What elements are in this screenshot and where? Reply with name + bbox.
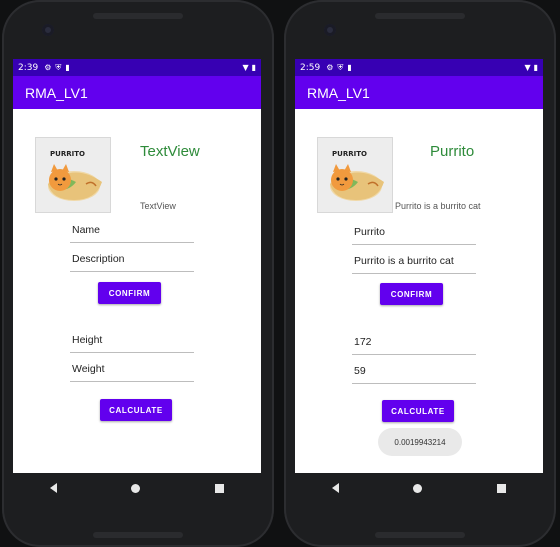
name-input[interactable]: Purrito xyxy=(352,225,476,245)
phone-left: 2:39 ⚙ ⛨ ▮ ▼ ▮ RMA_LV1 PURRITO TextView … xyxy=(2,0,274,547)
main-content: PURRITO TextView TextView Name Descripti… xyxy=(13,109,261,473)
weight-input[interactable]: Weight xyxy=(70,362,194,382)
recents-icon[interactable] xyxy=(496,483,506,493)
bottom-speaker xyxy=(93,532,183,538)
app-bar: RMA_LV1 xyxy=(13,76,261,109)
description-text: TextView xyxy=(140,201,176,211)
status-time: 2:39 xyxy=(18,62,39,73)
navigation-bar xyxy=(295,473,543,503)
screen: 2:39 ⚙ ⛨ ▮ ▼ ▮ RMA_LV1 PURRITO TextView … xyxy=(13,59,261,473)
screen: 2:59 ⚙ ⛨ ▮ ▼ ▮ RMA_LV1 PURRITO Purrito P… xyxy=(295,59,543,473)
confirm-button[interactable]: CONFIRM xyxy=(98,282,161,304)
description-input[interactable]: Description xyxy=(70,252,194,272)
shield-icon: ⛨ xyxy=(55,62,62,72)
sim-icon: ▮ xyxy=(65,62,70,72)
gear-icon: ⚙ xyxy=(44,62,52,72)
wifi-icon: ▼ xyxy=(524,62,531,72)
app-bar: RMA_LV1 xyxy=(295,76,543,109)
cat-image: PURRITO xyxy=(35,137,111,213)
battery-icon: ▮ xyxy=(533,62,538,72)
front-camera xyxy=(324,24,336,36)
back-icon[interactable] xyxy=(332,483,340,493)
sim-icon: ▮ xyxy=(347,62,352,72)
home-icon[interactable] xyxy=(131,483,141,493)
navigation-bar xyxy=(13,473,261,503)
phone-right: 2:59 ⚙ ⛨ ▮ ▼ ▮ RMA_LV1 PURRITO Purrito P… xyxy=(284,0,556,547)
bottom-speaker xyxy=(375,532,465,538)
top-speaker xyxy=(375,13,465,19)
gear-icon: ⚙ xyxy=(326,62,334,72)
battery-icon: ▮ xyxy=(251,62,256,72)
top-speaker xyxy=(93,13,183,19)
home-icon[interactable] xyxy=(413,483,423,493)
wifi-icon: ▼ xyxy=(242,62,249,72)
front-camera xyxy=(42,24,54,36)
image-label: PURRITO xyxy=(332,150,367,158)
weight-input[interactable]: 59 xyxy=(352,364,476,384)
calculate-button[interactable]: CALCULATE xyxy=(100,399,172,421)
cat-image: PURRITO xyxy=(317,137,393,213)
status-bar: 2:59 ⚙ ⛨ ▮ ▼ ▮ xyxy=(295,59,543,76)
height-input[interactable]: Height xyxy=(70,333,194,353)
title-text: TextView xyxy=(140,143,200,160)
confirm-button[interactable]: CONFIRM xyxy=(380,283,443,305)
app-title: RMA_LV1 xyxy=(307,84,370,101)
app-title: RMA_LV1 xyxy=(25,84,88,101)
title-text: Purrito xyxy=(430,143,475,160)
recents-icon[interactable] xyxy=(214,483,224,493)
image-label: PURRITO xyxy=(50,150,85,158)
name-input[interactable]: Name xyxy=(70,223,194,243)
height-input[interactable]: 172 xyxy=(352,335,476,355)
calculate-button[interactable]: CALCULATE xyxy=(382,400,454,422)
shield-icon: ⛨ xyxy=(337,62,344,72)
main-content: PURRITO Purrito Purrito is a burrito cat… xyxy=(295,109,543,473)
status-time: 2:59 xyxy=(300,62,321,73)
result-toast: 0.0019943214 xyxy=(378,428,462,456)
description-text: Purrito is a burrito cat xyxy=(395,201,481,211)
back-icon[interactable] xyxy=(50,483,58,493)
description-input[interactable]: Purrito is a burrito cat xyxy=(352,254,476,274)
status-bar: 2:39 ⚙ ⛨ ▮ ▼ ▮ xyxy=(13,59,261,76)
